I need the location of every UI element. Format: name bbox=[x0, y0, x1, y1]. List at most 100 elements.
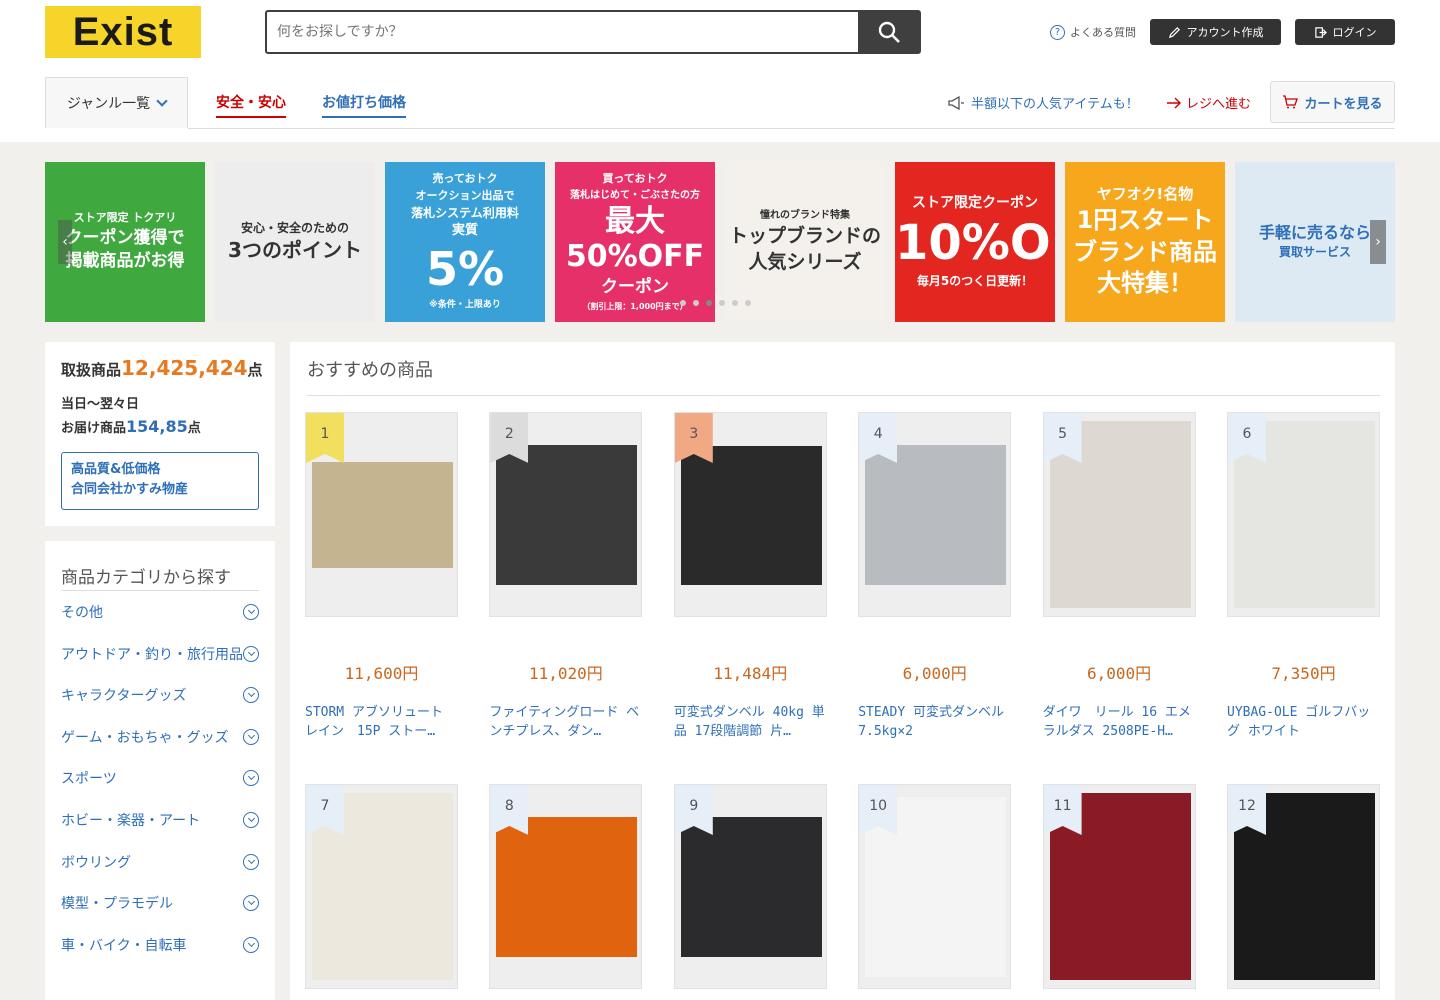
chevron-down-circle-icon[interactable] bbox=[243, 770, 259, 787]
carousel-next-button[interactable]: › bbox=[1370, 220, 1386, 264]
chevron-down-circle-icon[interactable] bbox=[243, 687, 259, 704]
carousel-dot[interactable] bbox=[719, 300, 725, 306]
recommend-heading: おすすめの商品 bbox=[307, 360, 433, 381]
product-image-frame[interactable]: 5 bbox=[1042, 412, 1196, 617]
product-image-frame[interactable]: 8 bbox=[489, 784, 643, 989]
create-account-button[interactable]: アカウント作成 bbox=[1150, 19, 1281, 45]
view-cart-button[interactable]: カートを見る bbox=[1270, 81, 1395, 123]
megaphone-icon bbox=[948, 95, 964, 110]
product-title-link[interactable]: STORM アブソリュート レイン 15P ストー… bbox=[305, 703, 458, 741]
category-item[interactable]: 車・バイク・自転車 bbox=[61, 933, 259, 957]
chevron-down-circle-icon[interactable] bbox=[243, 645, 259, 662]
chevron-left-icon: ‹ bbox=[62, 234, 68, 250]
product-photo[interactable] bbox=[496, 817, 638, 957]
promo-banner[interactable]: 売っておトク オークション出品で 落札システム利用料 実質 5% ※条件・上限あり bbox=[385, 162, 545, 322]
category-item[interactable]: キャラクターグッズ bbox=[61, 683, 259, 707]
product-title-link[interactable]: STEADY 可変式ダンベル 7.5kg×2 bbox=[858, 703, 1011, 741]
carousel-dot[interactable] bbox=[745, 300, 751, 306]
product-price: 11,484円 bbox=[713, 664, 788, 683]
tab-deals[interactable]: お値打ち価格 bbox=[322, 92, 406, 118]
product-title-link[interactable]: ファイティングロード ベンチプレス、ダン… bbox=[489, 703, 642, 741]
pencil-icon bbox=[1168, 26, 1180, 38]
delivery-unit: 点 bbox=[187, 421, 201, 436]
chevron-down-circle-icon[interactable] bbox=[243, 604, 259, 620]
promo-banner[interactable]: 買っておトク 落札はじめて・ごぶさたの方 最大50%OFF クーポン （割引上限：1,0… bbox=[555, 162, 715, 322]
banner-text: 大特集！ bbox=[1097, 269, 1193, 298]
product-image-frame[interactable]: 4 bbox=[858, 412, 1012, 617]
promo-link[interactable]: 半額以下の人気アイテムも！ bbox=[948, 93, 1139, 112]
header-divider bbox=[188, 128, 1395, 129]
chevron-down-circle-icon[interactable] bbox=[243, 728, 259, 745]
faq-link[interactable]: ? よくある質問 bbox=[1050, 24, 1136, 40]
banner-text: 5% bbox=[425, 242, 505, 297]
login-label: ログイン bbox=[1332, 26, 1377, 39]
cart-label: カートを見る bbox=[1304, 96, 1383, 112]
promo-banner[interactable]: ストア限定クーポン 10%OFF 毎月5のつく日更新！ bbox=[895, 162, 1055, 322]
product-image-frame[interactable]: 10 bbox=[858, 784, 1012, 989]
carousel-dot[interactable] bbox=[732, 300, 738, 306]
category-label: ボウリング bbox=[61, 854, 131, 871]
product-image-frame[interactable]: 1 bbox=[305, 412, 458, 617]
rank-badge: 1 bbox=[306, 413, 344, 463]
product-image-frame[interactable]: 6 bbox=[1227, 412, 1380, 617]
promo-banner[interactable]: 安心・安全のための 3つのポイント bbox=[215, 162, 375, 322]
delivery-heading: 当日〜翌々日 bbox=[61, 397, 140, 412]
category-item[interactable]: 模型・プラモデル bbox=[61, 891, 259, 915]
category-item[interactable]: アウトドア・釣り・旅行用品 bbox=[61, 642, 259, 666]
category-item[interactable]: ボウリング bbox=[61, 850, 259, 874]
product-photo[interactable] bbox=[496, 445, 638, 585]
category-label: キャラクターグッズ bbox=[61, 688, 187, 705]
chevron-down-circle-icon[interactable] bbox=[243, 936, 259, 953]
category-item[interactable]: その他 bbox=[61, 600, 259, 624]
promo-banner[interactable]: 憧れのブランド特集 トップブランドの 人気シリーズ bbox=[725, 162, 885, 322]
chevron-down-circle-icon[interactable] bbox=[243, 853, 259, 870]
product-image-frame[interactable]: 11 bbox=[1042, 784, 1196, 989]
category-item[interactable]: ホビー・楽器・アート bbox=[61, 808, 259, 832]
category-label: その他 bbox=[61, 605, 103, 621]
search-button[interactable] bbox=[858, 12, 919, 52]
category-label: スポーツ bbox=[61, 771, 117, 788]
seller-link[interactable]: 高品質&低価格 合同会社かすみ物産 bbox=[61, 452, 259, 510]
banner-text: 安心・安全のための bbox=[240, 220, 349, 235]
category-panel: 商品カテゴリから探す その他 アウトドア・釣り・旅行用品 キャラクターグッズ ゲーム・… bbox=[45, 541, 275, 1000]
product-price: 6,000円 bbox=[902, 664, 967, 683]
product-photo[interactable] bbox=[865, 445, 1007, 585]
banner-text: トップブランドの bbox=[728, 224, 881, 247]
product-image-frame[interactable]: 3 bbox=[673, 412, 827, 617]
genre-list-button[interactable]: ジャンル一覧 bbox=[45, 77, 188, 128]
product-title-link[interactable]: 可変式ダンベル 40kg 単品 17段階調節 片… bbox=[674, 703, 827, 741]
search-input[interactable] bbox=[267, 12, 858, 52]
category-item[interactable]: スポーツ bbox=[61, 766, 259, 790]
product-image-frame[interactable]: 9 bbox=[673, 784, 827, 989]
chevron-down-circle-icon[interactable] bbox=[243, 895, 259, 912]
banner-text: クーポン bbox=[601, 277, 669, 298]
checkout-link[interactable]: レジへ進む bbox=[1166, 93, 1251, 112]
product-image-frame[interactable]: 12 bbox=[1227, 784, 1380, 989]
create-account-label: アカウント作成 bbox=[1186, 26, 1264, 39]
category-item[interactable]: ゲーム・おもちゃ・グッズ bbox=[61, 725, 259, 749]
product-image-frame[interactable]: 7 bbox=[305, 784, 458, 989]
product-title-link[interactable]: UYBAG-OLE ゴルフバッグ ホワイト bbox=[1227, 703, 1380, 741]
product-photo[interactable] bbox=[312, 462, 453, 568]
banner-text: 1円スタート bbox=[1076, 206, 1214, 235]
tab-safety[interactable]: 安全・安心 bbox=[216, 92, 286, 118]
chevron-down-circle-icon[interactable] bbox=[243, 812, 259, 828]
carousel-dots bbox=[680, 300, 751, 306]
promo-banner[interactable]: ヤフオク!名物 1円スタート ブランド商品 大特集！ bbox=[1065, 162, 1225, 322]
cart-icon bbox=[1283, 95, 1299, 109]
product-photo[interactable] bbox=[680, 446, 822, 585]
product-photo[interactable] bbox=[680, 817, 822, 957]
carousel-dot-active[interactable] bbox=[706, 300, 712, 306]
carousel-dot[interactable] bbox=[680, 300, 686, 306]
carousel-prev-button[interactable]: ‹ bbox=[58, 220, 72, 264]
carousel-dot[interactable] bbox=[693, 300, 699, 306]
total-value: 12,425,424 bbox=[121, 356, 248, 380]
product-image-frame[interactable]: 2 bbox=[489, 412, 643, 617]
seller-tagline: 高品質&低価格 bbox=[71, 462, 161, 477]
search-bar bbox=[265, 10, 921, 54]
product-title-link[interactable]: ダイワ リール 16 エメラルダス 2508PE-H… bbox=[1043, 703, 1196, 741]
site-logo[interactable]: Exist bbox=[45, 6, 201, 58]
chevron-right-icon: › bbox=[1375, 234, 1381, 250]
login-button[interactable]: ログイン bbox=[1295, 19, 1395, 45]
checkout-label: レジへ進む bbox=[1186, 97, 1252, 112]
